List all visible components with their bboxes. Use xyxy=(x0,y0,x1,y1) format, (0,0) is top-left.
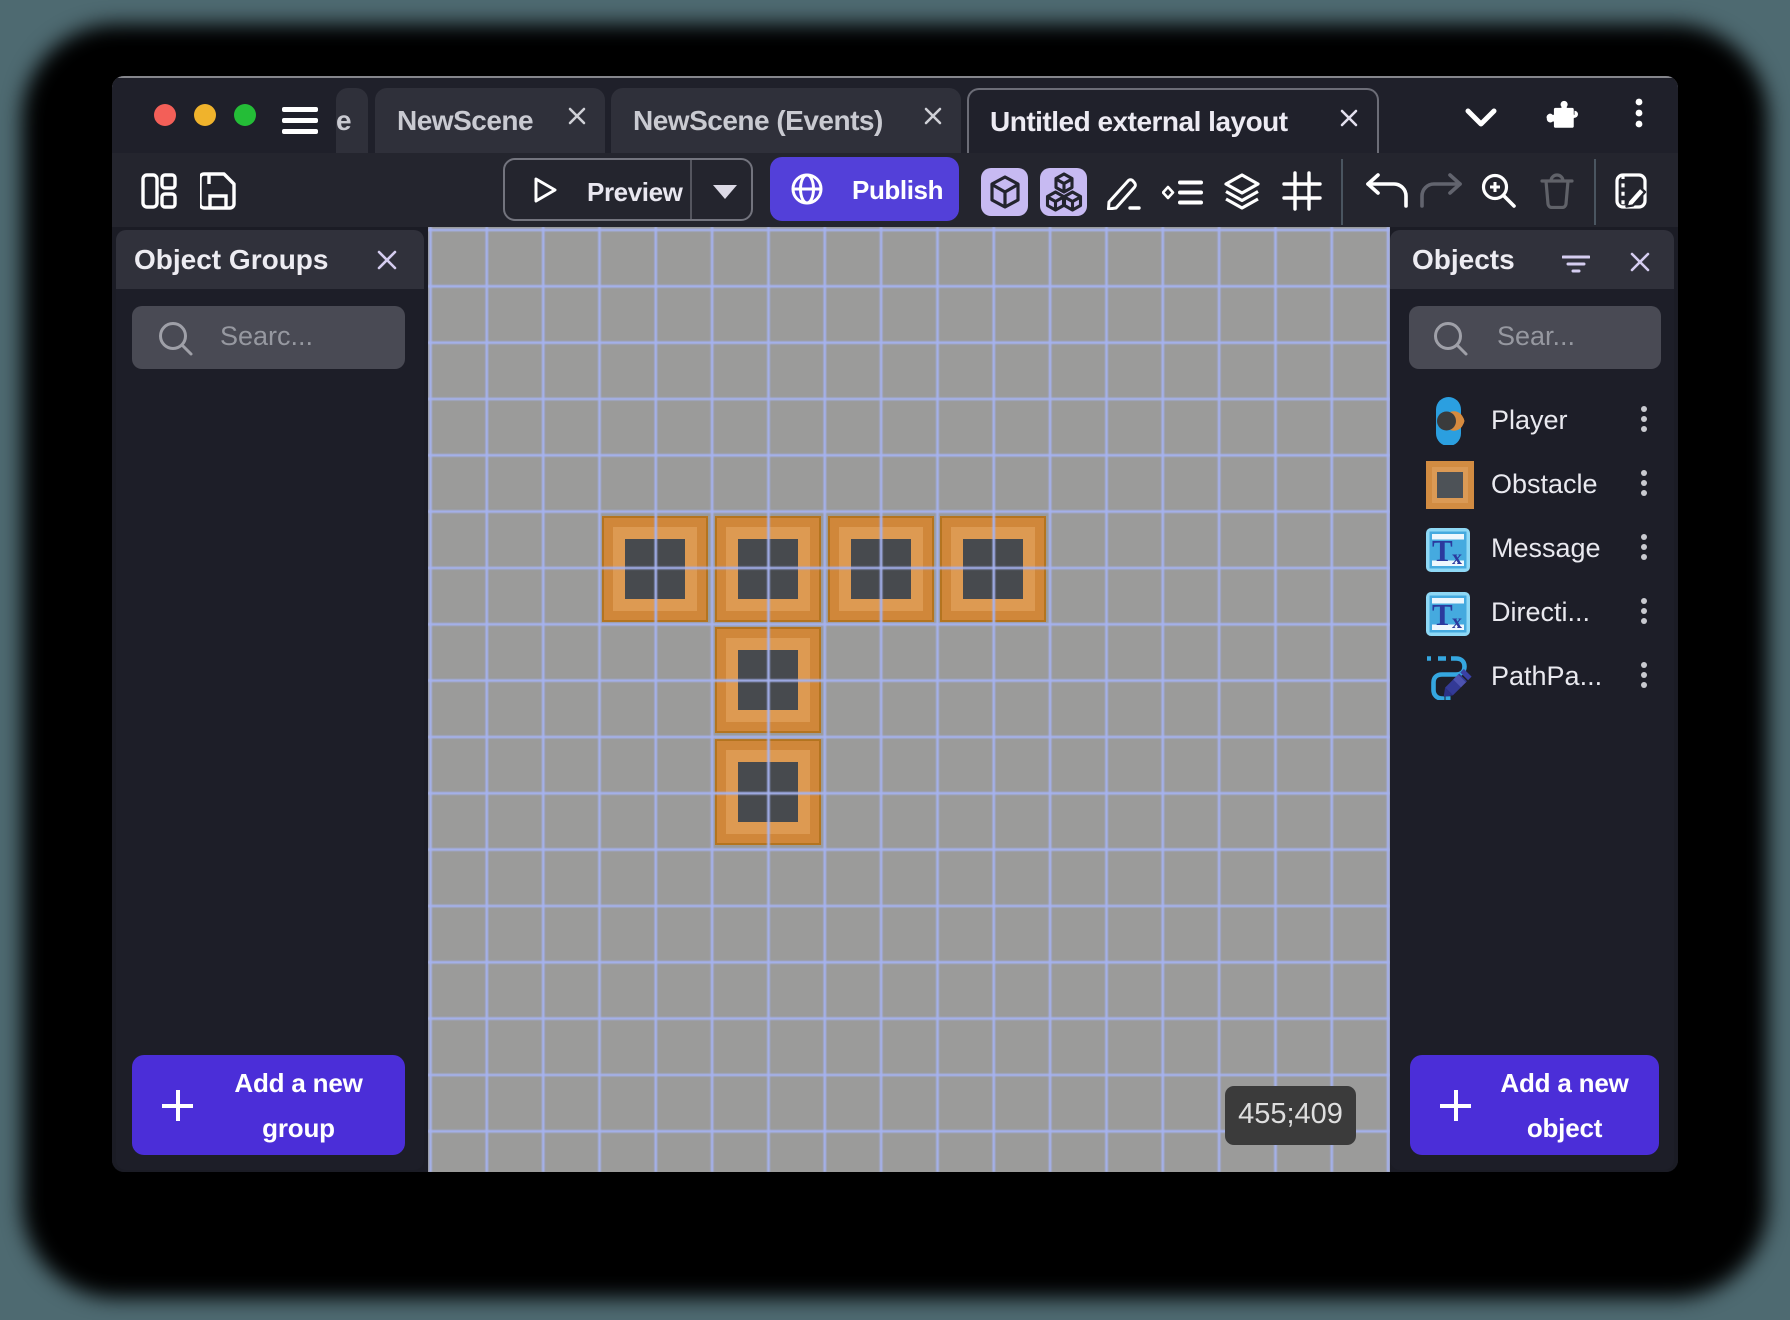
svg-text:x: x xyxy=(1452,547,1462,569)
svg-text:x: x xyxy=(1452,611,1462,633)
svg-text:T: T xyxy=(1432,533,1453,568)
svg-text:T: T xyxy=(1432,597,1453,632)
